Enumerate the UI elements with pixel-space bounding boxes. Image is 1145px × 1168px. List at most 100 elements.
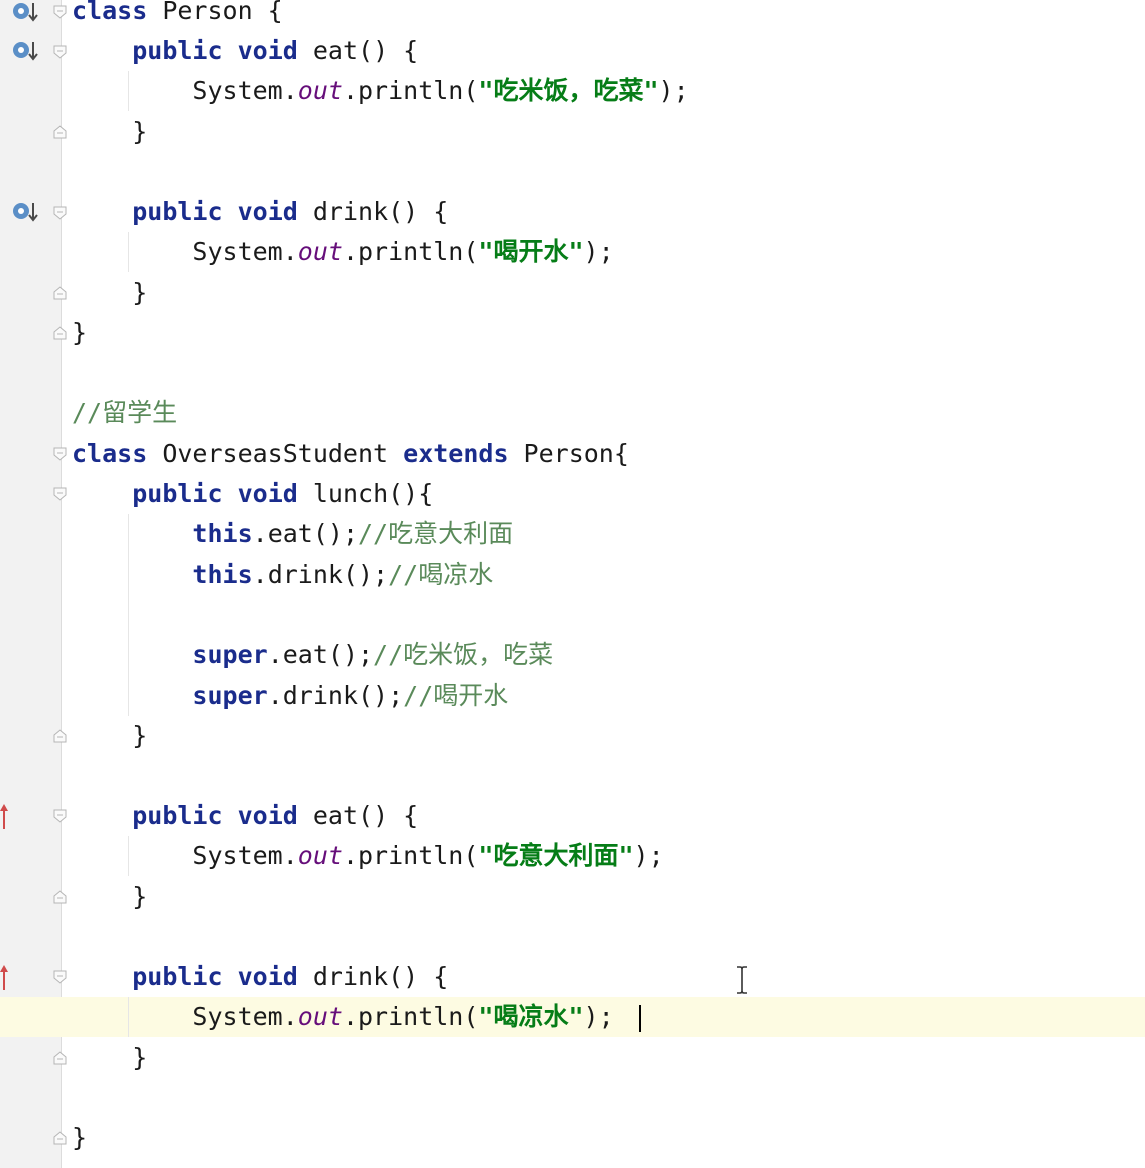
code-line-29[interactable]: } <box>0 1118 87 1158</box>
code-text: lunch(){ <box>297 479 434 508</box>
code-text: ); <box>633 841 664 870</box>
code-text: .drink(); <box>252 560 389 589</box>
keyword: public <box>132 801 223 830</box>
keyword: public <box>132 36 223 65</box>
code-text: eat() { <box>297 36 419 65</box>
code-text: } <box>72 1043 148 1072</box>
code-line-8[interactable]: } <box>0 273 147 313</box>
code-text: .println( <box>342 1002 479 1031</box>
code-text: System. <box>192 237 298 266</box>
keyword: void <box>237 962 298 991</box>
code-text: System. <box>192 76 298 105</box>
string-literal: "吃米饭，吃菜" <box>478 76 659 105</box>
code-line-9[interactable]: } <box>0 313 87 353</box>
keyword: void <box>237 801 298 830</box>
code-line-13[interactable]: public void lunch(){ <box>0 474 433 514</box>
keyword: extends <box>403 439 509 468</box>
code-line-6[interactable]: public void drink() { <box>0 192 448 232</box>
string-literal: "喝开水" <box>478 237 584 266</box>
code-text: } <box>72 278 148 307</box>
keyword: public <box>132 197 223 226</box>
code-text: .eat(); <box>252 519 358 548</box>
code-line-18[interactable]: super.drink();//喝开水 <box>0 676 508 716</box>
keyword: public <box>132 962 223 991</box>
code-text: .println( <box>342 841 479 870</box>
code-text: .println( <box>342 76 479 105</box>
keyword: super <box>192 681 268 710</box>
code-line-22[interactable]: System.out.println("吃意大利面"); <box>0 836 663 876</box>
keyword: public <box>132 479 223 508</box>
keyword: void <box>237 36 298 65</box>
keyword: void <box>237 479 298 508</box>
keyword: this <box>192 560 253 589</box>
code-line-14[interactable]: this.eat();//吃意大利面 <box>0 514 513 554</box>
code-text: ); <box>583 1002 614 1031</box>
code-line-12[interactable]: class OverseasStudent extends Person{ <box>0 434 629 474</box>
code-text: ); <box>658 76 689 105</box>
code-text: OverseasStudent <box>147 439 404 468</box>
static-field: out <box>297 237 343 266</box>
static-field: out <box>297 76 343 105</box>
comment: //吃意大利面 <box>358 519 514 548</box>
code-line-21[interactable]: public void eat() { <box>0 796 418 836</box>
string-literal: "吃意大利面" <box>478 841 634 870</box>
code-text: drink() { <box>297 197 449 226</box>
code-text: System. <box>192 841 298 870</box>
comment: //喝凉水 <box>388 560 494 589</box>
code-text: drink() { <box>297 962 449 991</box>
code-text: } <box>72 1123 88 1152</box>
code-text: } <box>72 721 148 750</box>
code-line-15[interactable]: this.drink();//喝凉水 <box>0 555 493 595</box>
code-line-2[interactable]: public void eat() { <box>0 31 418 71</box>
code-line-7[interactable]: System.out.println("喝开水"); <box>0 232 613 272</box>
keyword: super <box>192 640 268 669</box>
keyword: this <box>192 519 253 548</box>
code-text: .drink(); <box>267 681 404 710</box>
keyword: void <box>237 197 298 226</box>
code-line-25[interactable]: public void drink() { <box>0 957 448 997</box>
keyword: class <box>72 0 148 25</box>
code-line-27[interactable]: } <box>0 1038 147 1078</box>
string-literal: "喝凉水" <box>478 1002 584 1031</box>
keyword: class <box>72 439 148 468</box>
text-caret <box>639 1005 641 1032</box>
comment: //留学生 <box>72 398 178 427</box>
code-line-3[interactable]: System.out.println("吃米饭，吃菜"); <box>0 71 688 111</box>
mouse-ibeam-cursor-icon <box>737 966 747 994</box>
comment: //喝开水 <box>403 681 509 710</box>
code-line-23[interactable]: } <box>0 877 147 917</box>
comment: //吃米饭，吃菜 <box>373 640 554 669</box>
code-editor[interactable]: class Person { public void eat() { Syste… <box>0 0 1145 1168</box>
code-line-26[interactable]: System.out.println("喝凉水"); <box>0 997 613 1037</box>
code-line-17[interactable]: super.eat();//吃米饭，吃菜 <box>0 635 553 675</box>
code-text: Person { <box>147 0 283 25</box>
code-text: } <box>72 882 148 911</box>
code-line-1[interactable]: class Person { <box>0 0 283 31</box>
code-line-4[interactable]: } <box>0 112 147 152</box>
static-field: out <box>297 1002 343 1031</box>
code-text: .eat(); <box>267 640 374 669</box>
code-text: } <box>72 117 148 146</box>
gutter-divider <box>61 0 62 1168</box>
code-line-11[interactable]: //留学生 <box>0 393 177 433</box>
code-text: ); <box>583 237 614 266</box>
code-line-19[interactable]: } <box>0 716 147 756</box>
code-text: System. <box>192 1002 298 1031</box>
